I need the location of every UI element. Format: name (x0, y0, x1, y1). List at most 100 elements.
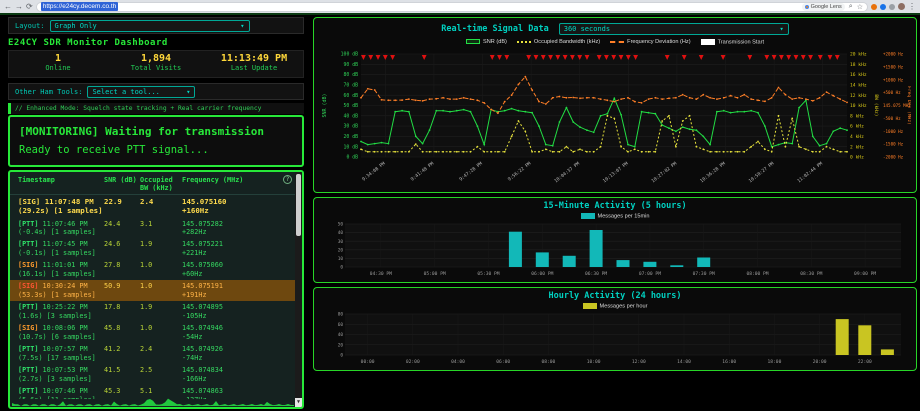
table-row[interactable]: [SIG] 11:01:01 PM (16.1s) [1 samples]27.… (10, 259, 302, 280)
layout-select[interactable]: Graph Only ▾ (50, 20, 250, 32)
svg-text:20: 20 (338, 342, 344, 348)
svg-text:4 kHz: 4 kHz (850, 134, 864, 140)
legend-bw: Occupied Bandwidth (kHz) (517, 39, 600, 45)
row-bw: 3.1 (140, 220, 182, 237)
svg-text:22:00: 22:00 (858, 359, 872, 365)
table-row[interactable]: [PTT] 11:07:46 PM (-0.4s) [1 samples]24.… (10, 218, 302, 239)
svg-text:16:00: 16:00 (722, 359, 736, 365)
reload-icon[interactable]: ⟳ (26, 0, 33, 13)
svg-text:05:30 PM: 05:30 PM (477, 271, 499, 277)
teal-swatch-icon (581, 213, 595, 219)
svg-text:12 kHz: 12 kHz (850, 93, 867, 99)
row-bw: 1.0 (140, 261, 182, 278)
stat-update: 11:13:49 PM Last Update (205, 51, 303, 77)
svg-text:30 dB: 30 dB (344, 124, 359, 130)
extension-icon-3[interactable] (889, 4, 895, 10)
scrollbar-down-icon[interactable]: ▼ (295, 398, 302, 407)
table-scrollbar[interactable]: ▼ (295, 172, 302, 407)
audio-waveform-strip (12, 397, 294, 407)
svg-text:40 dB: 40 dB (344, 113, 359, 119)
legend-dev: Frequency Deviation (Hz) (610, 39, 690, 45)
svg-text:+2000 Hz: +2000 Hz (883, 52, 904, 57)
svg-text:11:02:44 PM: 11:02:44 PM (796, 161, 824, 185)
row-frequency: 145.075191+191Hz (182, 282, 300, 299)
bookmark-star-icon[interactable]: ☆ (857, 3, 863, 11)
svg-text:8 kHz: 8 kHz (850, 113, 864, 119)
signal-table-panel: Timestamp SNR (dB) Occupied BW (kHz) Fre… (8, 170, 304, 409)
table-row[interactable]: [PTT] 10:07:57 PM (7.5s) [17 samples]41.… (10, 343, 302, 364)
stat-online-value: 1 (9, 53, 107, 64)
table-row[interactable]: [PTT] 10:25:22 PM (1.6s) [3 samples]17.8… (10, 301, 302, 322)
page-title: E24CY SDR Monitor Dashboard (8, 38, 168, 48)
chevron-down-icon: ▾ (186, 88, 190, 96)
yellow-swatch-icon (583, 303, 597, 309)
row-frequency: 145.075221+221Hz (182, 240, 300, 257)
row-bw: 1.9 (140, 303, 182, 320)
svg-text:10: 10 (338, 256, 344, 262)
layout-label: Layout: (15, 22, 45, 30)
svg-text:Freq Dev (MHz): Freq Dev (MHz) (906, 86, 911, 125)
url-text[interactable]: https://e24cy.decem.co.th (41, 2, 119, 11)
table-row[interactable]: [SIG] 11:07:48 PM (29.2s) [1 samples]22.… (10, 195, 302, 218)
right-column: Real-time Signal Data 360 seconds ▾ SNR … (313, 17, 917, 411)
search-icon[interactable]: ⌕ (849, 3, 853, 11)
signal-chart-panel: Real-time Signal Data 360 seconds ▾ SNR … (313, 17, 917, 193)
svg-text:+500 Hz: +500 Hz (883, 90, 901, 95)
table-help-button[interactable]: ? (283, 175, 292, 184)
monitoring-substatus: Ready to receive PTT signal... (19, 144, 293, 156)
svg-text:14:00: 14:00 (677, 359, 691, 365)
chevron-down-icon: ▾ (780, 25, 784, 33)
signal-chart-title: Real-time Signal Data (441, 24, 548, 34)
legend-tx: Transmission Start (701, 39, 764, 45)
time-range-value: 360 seconds (564, 25, 610, 33)
svg-text:0 dB: 0 dB (346, 155, 358, 161)
svg-text:BW (kHz): BW (kHz) (873, 94, 879, 116)
time-range-select[interactable]: 360 seconds ▾ (559, 23, 789, 35)
svg-text:-1000 Hz: -1000 Hz (883, 129, 904, 134)
table-row[interactable]: [SIG] 10:30:24 PM (53.3s) [1 samples]50.… (10, 280, 302, 301)
row-bw: 2.4 (140, 197, 182, 216)
svg-text:30: 30 (338, 239, 344, 245)
svg-text:07:30 PM: 07:30 PM (693, 271, 715, 277)
back-icon[interactable]: ← (4, 0, 12, 13)
svg-text:18:00: 18:00 (768, 359, 782, 365)
svg-text:06:30 PM: 06:30 PM (585, 271, 607, 277)
url-bar[interactable]: https://e24cy.decem.co.th Google Lens ⌕ … (36, 2, 868, 12)
profile-avatar[interactable] (898, 3, 905, 10)
extension-icon-2[interactable] (880, 4, 886, 10)
stat-online: 1 Online (9, 51, 107, 77)
svg-text:9:56:22 PM: 9:56:22 PM (507, 161, 533, 183)
legend-snr: SNR (dB) (466, 39, 507, 45)
layout-bar: Layout: Graph Only ▾ (8, 17, 304, 34)
table-header: Timestamp SNR (dB) Occupied BW (kHz) Fre… (10, 172, 302, 195)
table-row[interactable]: [SIG] 10:08:06 PM (10.7s) [6 samples]45.… (10, 322, 302, 343)
stat-online-label: Online (9, 64, 107, 72)
row-frequency: 145.074895-105Hz (182, 303, 300, 320)
stat-update-value: 11:13:49 PM (205, 53, 303, 64)
google-lens-button[interactable]: Google Lens (802, 3, 845, 11)
browser-menu-icon[interactable]: ⋮ (908, 0, 916, 13)
row-frequency: 145.075282+282Hz (182, 220, 300, 237)
tools-select[interactable]: Select a tool... ▾ (87, 86, 195, 98)
table-row[interactable]: [PTT] 11:07:45 PM (-0.1s) [1 samples]24.… (10, 238, 302, 259)
svg-text:+1500 Hz: +1500 Hz (883, 64, 904, 69)
hourly-chart: 02040608000:0002:0004:0006:0008:0010:001… (319, 311, 911, 367)
row-timestamp: [SIG] 11:07:48 PM (29.2s) [1 samples] (18, 197, 104, 216)
table-row[interactable]: [PTT] 10:07:53 PM (2.7s) [3 samples]41.5… (10, 364, 302, 385)
svg-text:08:30 PM: 08:30 PM (800, 271, 822, 277)
svg-text:10:00: 10:00 (587, 359, 601, 365)
lens-icon (805, 5, 809, 9)
row-timestamp: [PTT] 11:07:46 PM (-0.4s) [1 samples] (18, 220, 104, 237)
stats-panel: 1 Online 1,894 Total Visits 11:13:49 PM … (8, 50, 304, 78)
forward-icon[interactable]: → (15, 0, 23, 13)
svg-text:60 dB: 60 dB (344, 93, 359, 99)
scrollbar-thumb[interactable] (296, 174, 301, 236)
tools-bar: Other Ham Tools: Select a tool... ▾ (8, 83, 304, 100)
enhanced-mode-note: // Enhanced Mode: Squelch state tracking… (8, 103, 304, 114)
svg-text:10:27:02 PM: 10:27:02 PM (650, 161, 678, 185)
svg-text:05:00 PM: 05:00 PM (424, 271, 446, 277)
svg-text:40: 40 (338, 332, 344, 338)
svg-text:10:13:07 PM: 10:13:07 PM (602, 161, 630, 185)
dev-swatch-icon (610, 40, 624, 43)
extension-icon-1[interactable] (871, 4, 877, 10)
